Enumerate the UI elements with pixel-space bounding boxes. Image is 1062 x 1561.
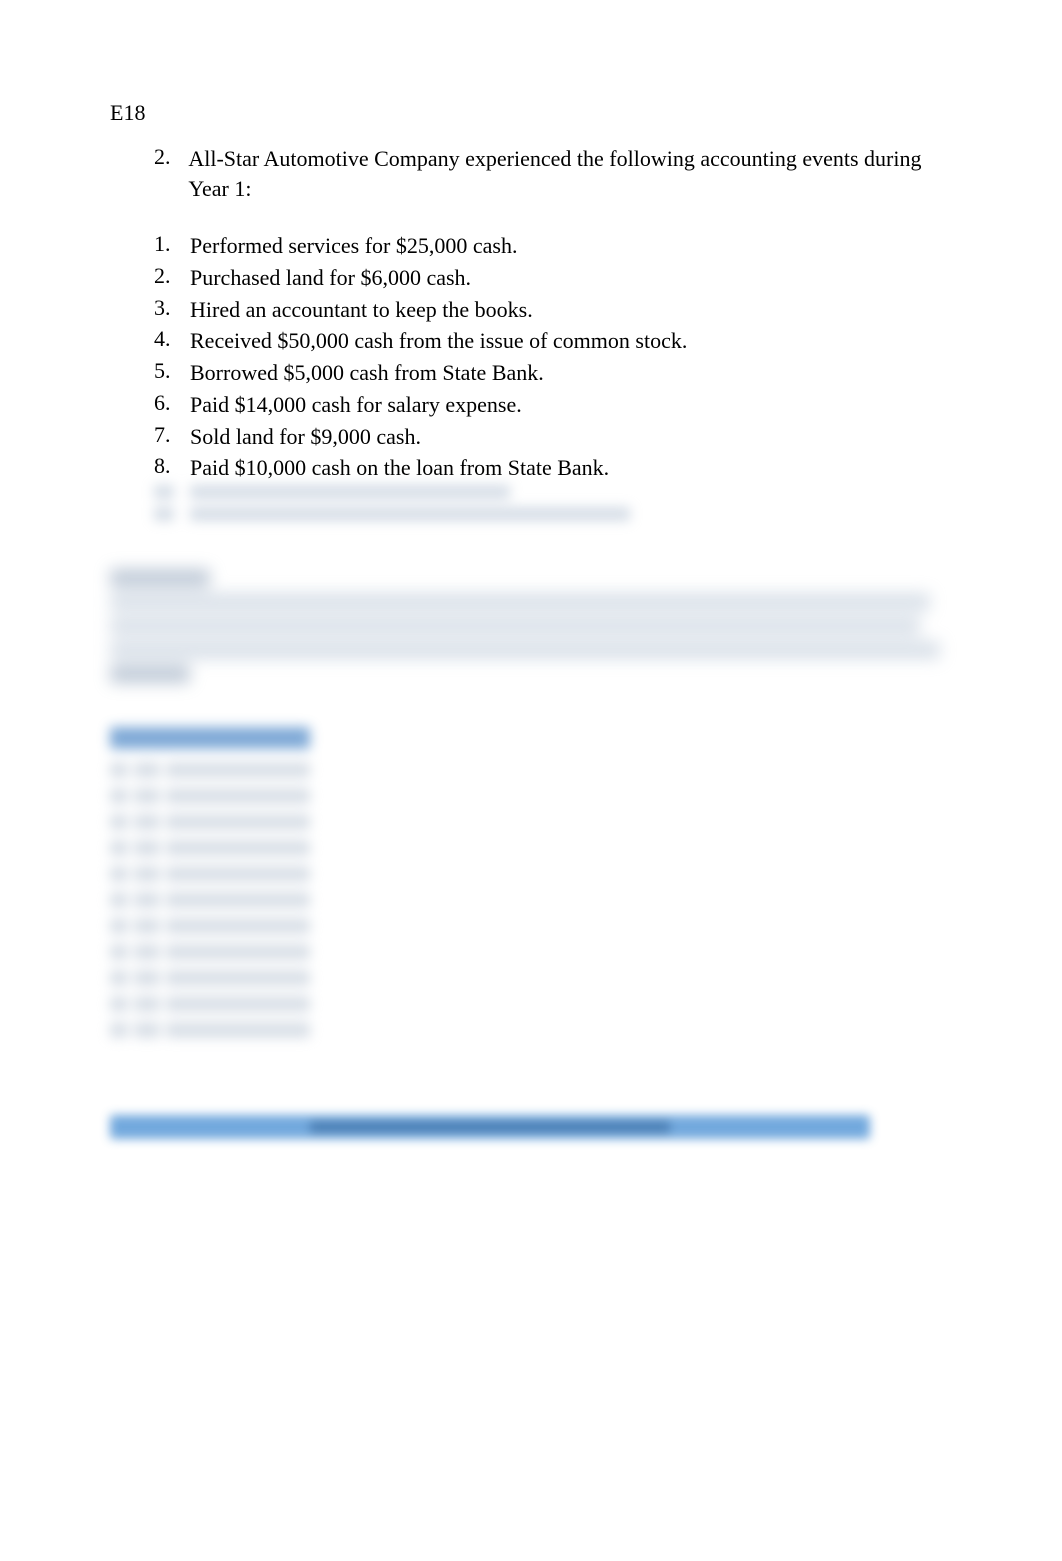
item-text: Paid $14,000 cash for salary expense. — [190, 390, 522, 420]
blurred-list-items — [154, 485, 952, 529]
item-text: Received $50,000 cash from the issue of … — [190, 326, 687, 356]
item-text: Hired an accountant to keep the books. — [190, 295, 533, 325]
intro-number: 2. — [154, 144, 188, 170]
exercise-label: E18 — [110, 100, 952, 126]
item-number: 8. — [154, 453, 190, 479]
item-number: 4. — [154, 326, 190, 352]
intro-text: All-Star Automotive Company experienced … — [188, 144, 952, 203]
item-text: Borrowed $5,000 cash from State Bank. — [190, 358, 544, 388]
item-text: Performed services for $25,000 cash. — [190, 231, 517, 261]
item-number: 6. — [154, 390, 190, 416]
list-item: 4. Received $50,000 cash from the issue … — [154, 326, 952, 356]
blurred-classification-table — [110, 727, 310, 1043]
events-list: 1. Performed services for $25,000 cash. … — [154, 231, 952, 483]
item-number: 7. — [154, 422, 190, 448]
list-item: 7. Sold land for $9,000 cash. — [154, 422, 952, 452]
intro-block: 2. All-Star Automotive Company experienc… — [154, 144, 952, 203]
list-item: 2. Purchased land for $6,000 cash. — [154, 263, 952, 293]
list-item: 8. Paid $10,000 cash on the loan from St… — [154, 453, 952, 483]
list-item: 1. Performed services for $25,000 cash. — [154, 231, 952, 261]
list-item: 5. Borrowed $5,000 cash from State Bank. — [154, 358, 952, 388]
item-number: 1. — [154, 231, 190, 257]
item-number: 5. — [154, 358, 190, 384]
item-number: 3. — [154, 295, 190, 321]
item-number: 2. — [154, 263, 190, 289]
item-text: Paid $10,000 cash on the loan from State… — [190, 453, 609, 483]
list-item: 6. Paid $14,000 cash for salary expense. — [154, 390, 952, 420]
item-text: Sold land for $9,000 cash. — [190, 422, 421, 452]
blurred-required-block — [110, 569, 952, 683]
blurred-banner — [110, 1115, 870, 1139]
list-item: 3. Hired an accountant to keep the books… — [154, 295, 952, 325]
item-text: Purchased land for $6,000 cash. — [190, 263, 471, 293]
